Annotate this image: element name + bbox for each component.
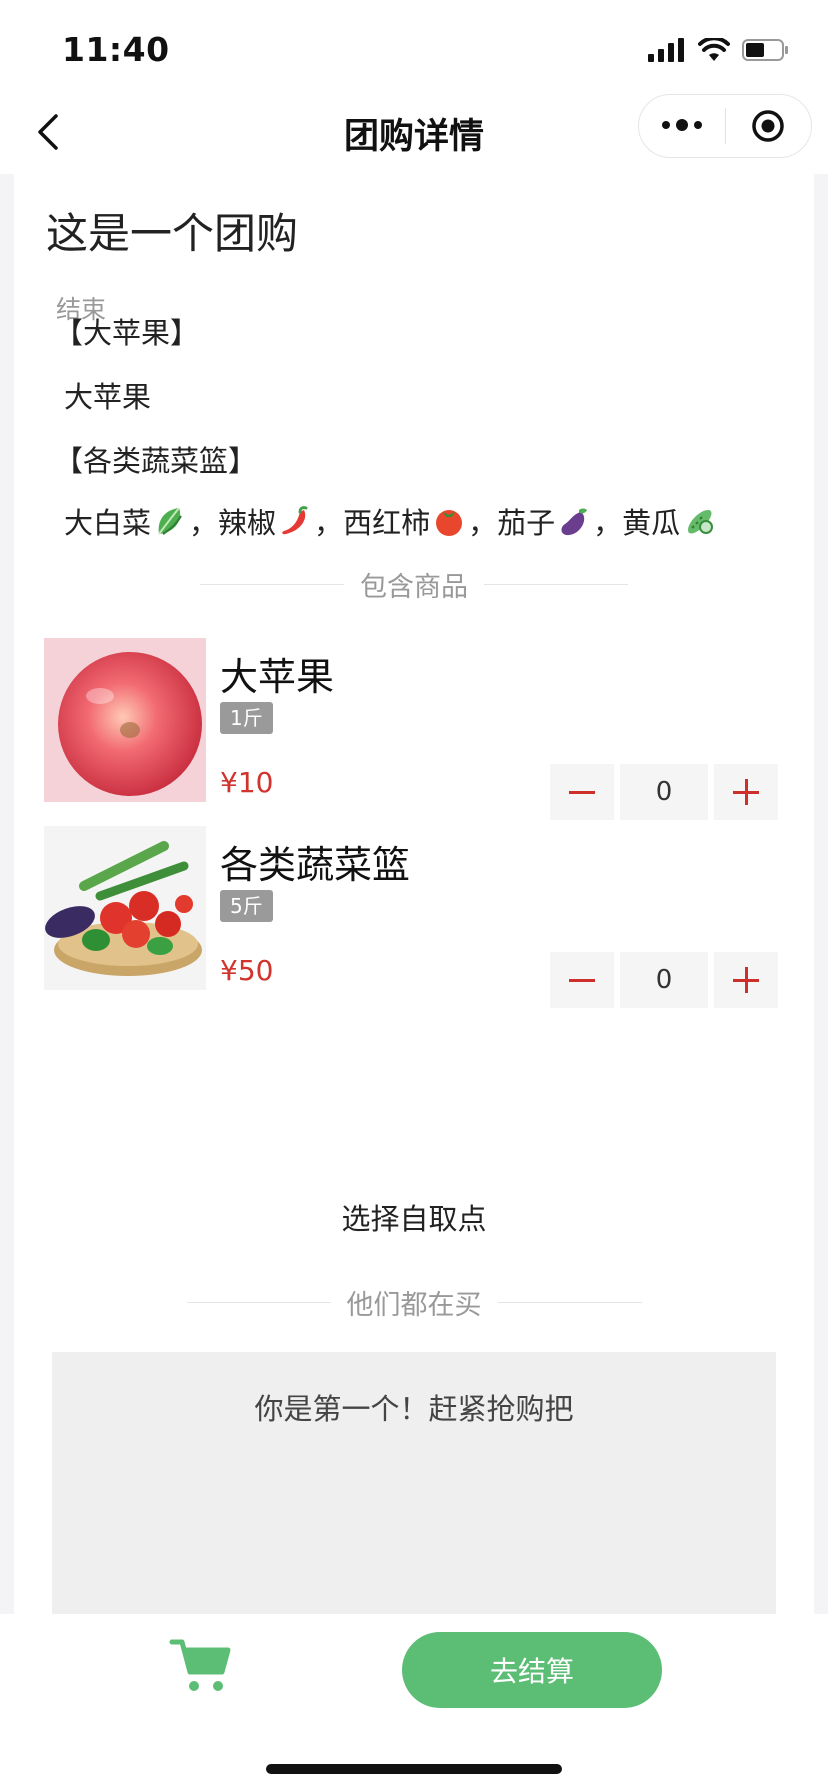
buyers-header: 他们都在买	[346, 1289, 482, 1321]
minus-icon	[569, 790, 595, 794]
product-image-apple	[44, 638, 206, 802]
buyers-divider: 他们都在买	[14, 1282, 814, 1322]
spec-tag: 1斤	[220, 702, 273, 734]
leafy-green-icon	[158, 507, 182, 535]
hot-pepper-icon	[282, 506, 308, 535]
more-dots-icon	[661, 119, 702, 131]
eggplant-icon	[561, 508, 588, 536]
wifi-icon	[698, 38, 730, 61]
products-divider: 包含商品	[14, 564, 814, 604]
increase-button[interactable]	[714, 952, 778, 1008]
section-title-vegetables: 【各类蔬菜篮】	[54, 444, 258, 478]
content-card: 这是一个团购 结束 【大苹果】 大苹果 【各类蔬菜篮】 大白菜 ， 辣椒 ， 西…	[14, 174, 814, 1614]
cucumber-icon	[688, 510, 714, 534]
product-image-vegetable-basket	[44, 826, 206, 990]
section-title-apple: 【大苹果】	[54, 316, 200, 350]
status-icons	[648, 36, 790, 64]
plus-icon	[733, 967, 759, 993]
quantity-input[interactable]	[620, 764, 708, 820]
product-name: 大苹果	[220, 655, 335, 699]
vegetable-separator: ，	[189, 506, 219, 540]
product-item: 大苹果 1斤 ¥10	[44, 638, 784, 820]
nav-bar: 团购详情	[0, 90, 828, 174]
decrease-button[interactable]	[550, 764, 614, 820]
vegetable-name: 辣椒	[218, 506, 277, 540]
increase-button[interactable]	[714, 764, 778, 820]
vegetable-name: 黄瓜	[622, 506, 681, 540]
miniprogram-capsule	[638, 94, 812, 158]
target-icon	[752, 110, 784, 142]
section-desc-apple: 大苹果	[64, 380, 152, 414]
decrease-button[interactable]	[550, 952, 614, 1008]
quantity-stepper	[550, 764, 782, 820]
signal-icon	[648, 38, 684, 62]
quantity-stepper	[550, 952, 782, 1008]
products-header: 包含商品	[360, 571, 468, 603]
vegetable-separator: ，	[314, 506, 344, 540]
buyers-list: 你是第一个！赶紧抢购把	[52, 1352, 776, 1614]
vegetable-name: 茄子	[497, 506, 556, 540]
home-indicator	[266, 1764, 562, 1774]
more-button[interactable]	[639, 95, 725, 157]
status-time: 11:40	[62, 30, 170, 69]
tomato-icon	[436, 510, 463, 536]
group-title: 这是一个团购	[46, 209, 299, 258]
vegetable-separator: ，	[593, 506, 623, 540]
page: 11:40 团购详情 这是一个团购 结束 【大苹果】 大苹果 【各类蔬菜篮】 大…	[0, 0, 828, 1792]
product-price: ¥10	[220, 766, 274, 799]
vegetable-name: 大白菜	[64, 506, 152, 540]
vegetable-separator: ，	[468, 506, 498, 540]
cart-icon	[169, 1639, 231, 1691]
minus-icon	[569, 978, 595, 982]
cart-button[interactable]	[168, 1636, 234, 1694]
close-miniprogram-button[interactable]	[726, 95, 812, 157]
quantity-input[interactable]	[620, 952, 708, 1008]
product-item: 各类蔬菜篮 5斤 ¥50	[44, 826, 784, 1008]
checkout-button[interactable]: 去结算	[402, 1632, 662, 1708]
vegetables-list: 大白菜 ， 辣椒 ， 西红柿 ， 茄子 ， 黄瓜	[64, 500, 718, 542]
vegetable-name: 西红柿	[343, 506, 431, 540]
select-pickup-point-button[interactable]: 选择自取点	[14, 1196, 814, 1238]
product-price: ¥50	[220, 954, 274, 987]
plus-icon	[733, 779, 759, 805]
product-name: 各类蔬菜篮	[220, 843, 411, 887]
status-bar: 11:40	[0, 0, 828, 90]
spec-tag: 5斤	[220, 890, 273, 922]
buyers-empty-text: 你是第一个！赶紧抢购把	[254, 1392, 574, 1426]
battery-icon	[742, 39, 788, 61]
bottom-bar: 去结算	[0, 1614, 828, 1792]
